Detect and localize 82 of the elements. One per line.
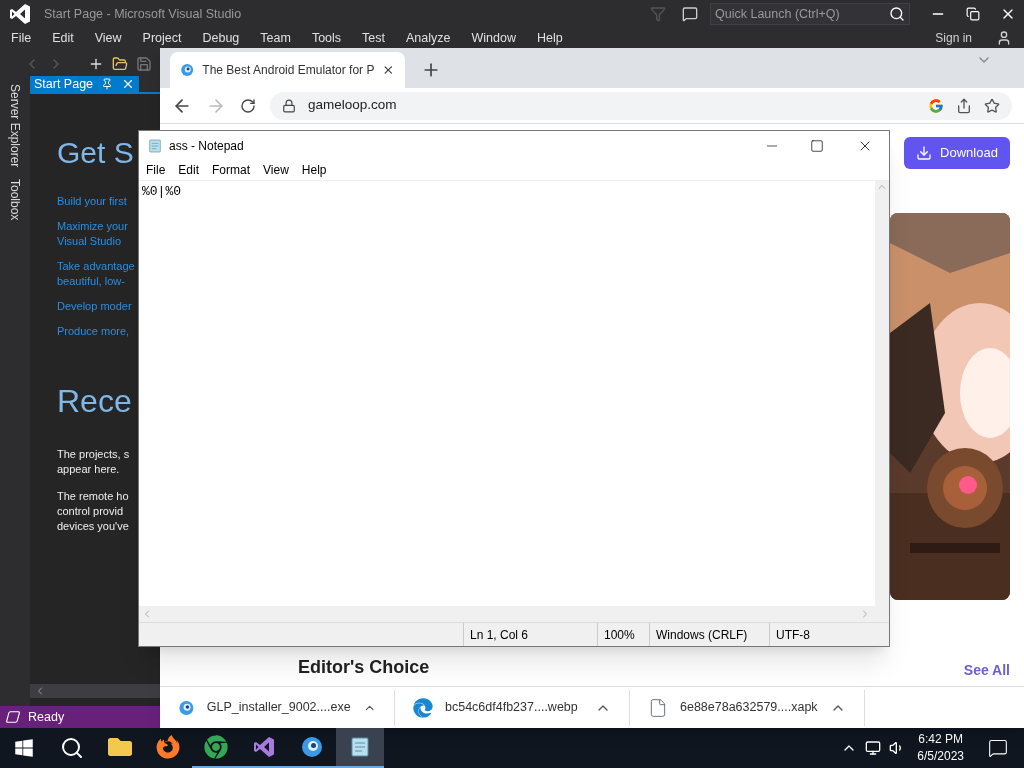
browser-icon: [156, 735, 180, 759]
bookmark-icon[interactable]: [984, 97, 1000, 114]
browser-tab[interactable]: The Best Android Emulator for P: [170, 52, 405, 88]
status-text: Ln 1, Col 6: [463, 623, 597, 646]
notifications-icon[interactable]: [988, 738, 1008, 758]
start-link[interactable]: Produce more,: [57, 324, 130, 339]
user-icon[interactable]: [996, 30, 1012, 46]
lock-icon: [282, 98, 296, 113]
menu-item[interactable]: File: [4, 28, 39, 48]
vertical-scrollbar[interactable]: [875, 181, 889, 606]
save-icon[interactable]: [136, 56, 152, 72]
side-tab[interactable]: Toolbox: [6, 179, 24, 221]
browser-icon: [413, 697, 433, 718]
section-title: Editor's Choice: [298, 656, 430, 679]
open-folder-icon[interactable]: [112, 56, 128, 72]
menu-item[interactable]: Team: [253, 28, 298, 48]
download-item[interactable]: GLP_installer_9002....exe: [160, 689, 395, 726]
restore-icon[interactable]: [966, 7, 980, 21]
search-icon: [60, 736, 84, 760]
menu-item[interactable]: Tools: [304, 28, 349, 48]
start-link[interactable]: Build your first: [57, 194, 127, 209]
menu-item[interactable]: Analyze: [399, 28, 458, 48]
folder-icon: [108, 735, 132, 759]
start-link[interactable]: Develop moder: [57, 299, 132, 314]
menu-item[interactable]: Test: [355, 28, 393, 48]
side-tab[interactable]: Server Explorer: [6, 84, 24, 168]
notepad-icon: [147, 137, 163, 154]
pin-icon[interactable]: [101, 78, 114, 90]
see-all-link[interactable]: See All: [963, 660, 1010, 681]
clock[interactable]: 6:42 PM 6/5/2023: [913, 731, 968, 765]
download-icon: [916, 145, 933, 161]
emulator-icon: [300, 735, 324, 759]
g-icon[interactable]: [928, 97, 944, 114]
download-item[interactable]: bc54c6df4fb237....webp: [395, 689, 630, 726]
taskbar-app[interactable]: [336, 728, 384, 768]
menu-item[interactable]: Help: [296, 161, 332, 179]
status-text: 100%: [597, 623, 649, 646]
file-icon: [648, 697, 668, 718]
reload-icon[interactable]: [240, 97, 256, 114]
paragraph: The projects, s appear here.: [57, 447, 130, 477]
new-project-icon[interactable]: [88, 56, 104, 72]
paragraph: The remote ho control provid devices you've: [57, 489, 129, 534]
status-text: Ready: [28, 708, 65, 726]
menu-item[interactable]: Debug: [195, 28, 247, 48]
menu-item[interactable]: Edit: [45, 28, 81, 48]
status-text: UTF-8: [769, 623, 869, 646]
menu-item[interactable]: Project: [135, 28, 189, 48]
feedback-icon[interactable]: [682, 6, 698, 22]
start-link[interactable]: Maximize your Visual Studio: [57, 219, 128, 249]
window-title: Start Page - Microsoft Visual Studio: [44, 5, 242, 23]
menu-item[interactable]: Edit: [173, 161, 205, 179]
close-icon[interactable]: [382, 63, 395, 77]
document-tab[interactable]: Start Page: [30, 76, 140, 92]
menu-item[interactable]: Format: [207, 161, 256, 179]
download-item[interactable]: 6e88e78a632579....xapk: [630, 689, 865, 726]
menu-item[interactable]: View: [87, 28, 129, 48]
search-icon: [889, 6, 905, 22]
start-link[interactable]: Take advantage beautiful, low-: [57, 259, 135, 289]
studio-logo-icon: [8, 2, 32, 26]
notepad-icon: [348, 735, 372, 759]
horizontal-scrollbar[interactable]: [30, 684, 160, 698]
menu-item[interactable]: Help: [530, 28, 570, 48]
window-title: ass - Notepad: [169, 137, 244, 155]
heading: Rece: [57, 385, 132, 417]
sign-in-link[interactable]: Sign in: [935, 29, 972, 47]
menu-item[interactable]: Window: [464, 28, 523, 48]
status-icon: [4, 710, 22, 724]
studio-logo-icon: [252, 735, 276, 759]
status-text: Windows (CRLF): [649, 623, 769, 646]
heading: Get S: [57, 138, 134, 168]
browser-icon: [204, 735, 228, 759]
network-icon[interactable]: [865, 740, 882, 756]
menu-item[interactable]: View: [258, 161, 294, 179]
quick-launch-field[interactable]: Quick Launch (Ctrl+Q): [710, 3, 910, 25]
emulator-icon: [180, 62, 195, 78]
start-icon: [14, 738, 34, 758]
text-area[interactable]: %0|%0: [139, 181, 875, 606]
address-bar[interactable]: gameloop.com: [270, 91, 1012, 120]
maximize-icon[interactable]: [810, 138, 824, 153]
share-icon[interactable]: [956, 97, 972, 114]
download-button[interactable]: Download: [904, 137, 1010, 169]
menu-item[interactable]: File: [141, 161, 171, 179]
